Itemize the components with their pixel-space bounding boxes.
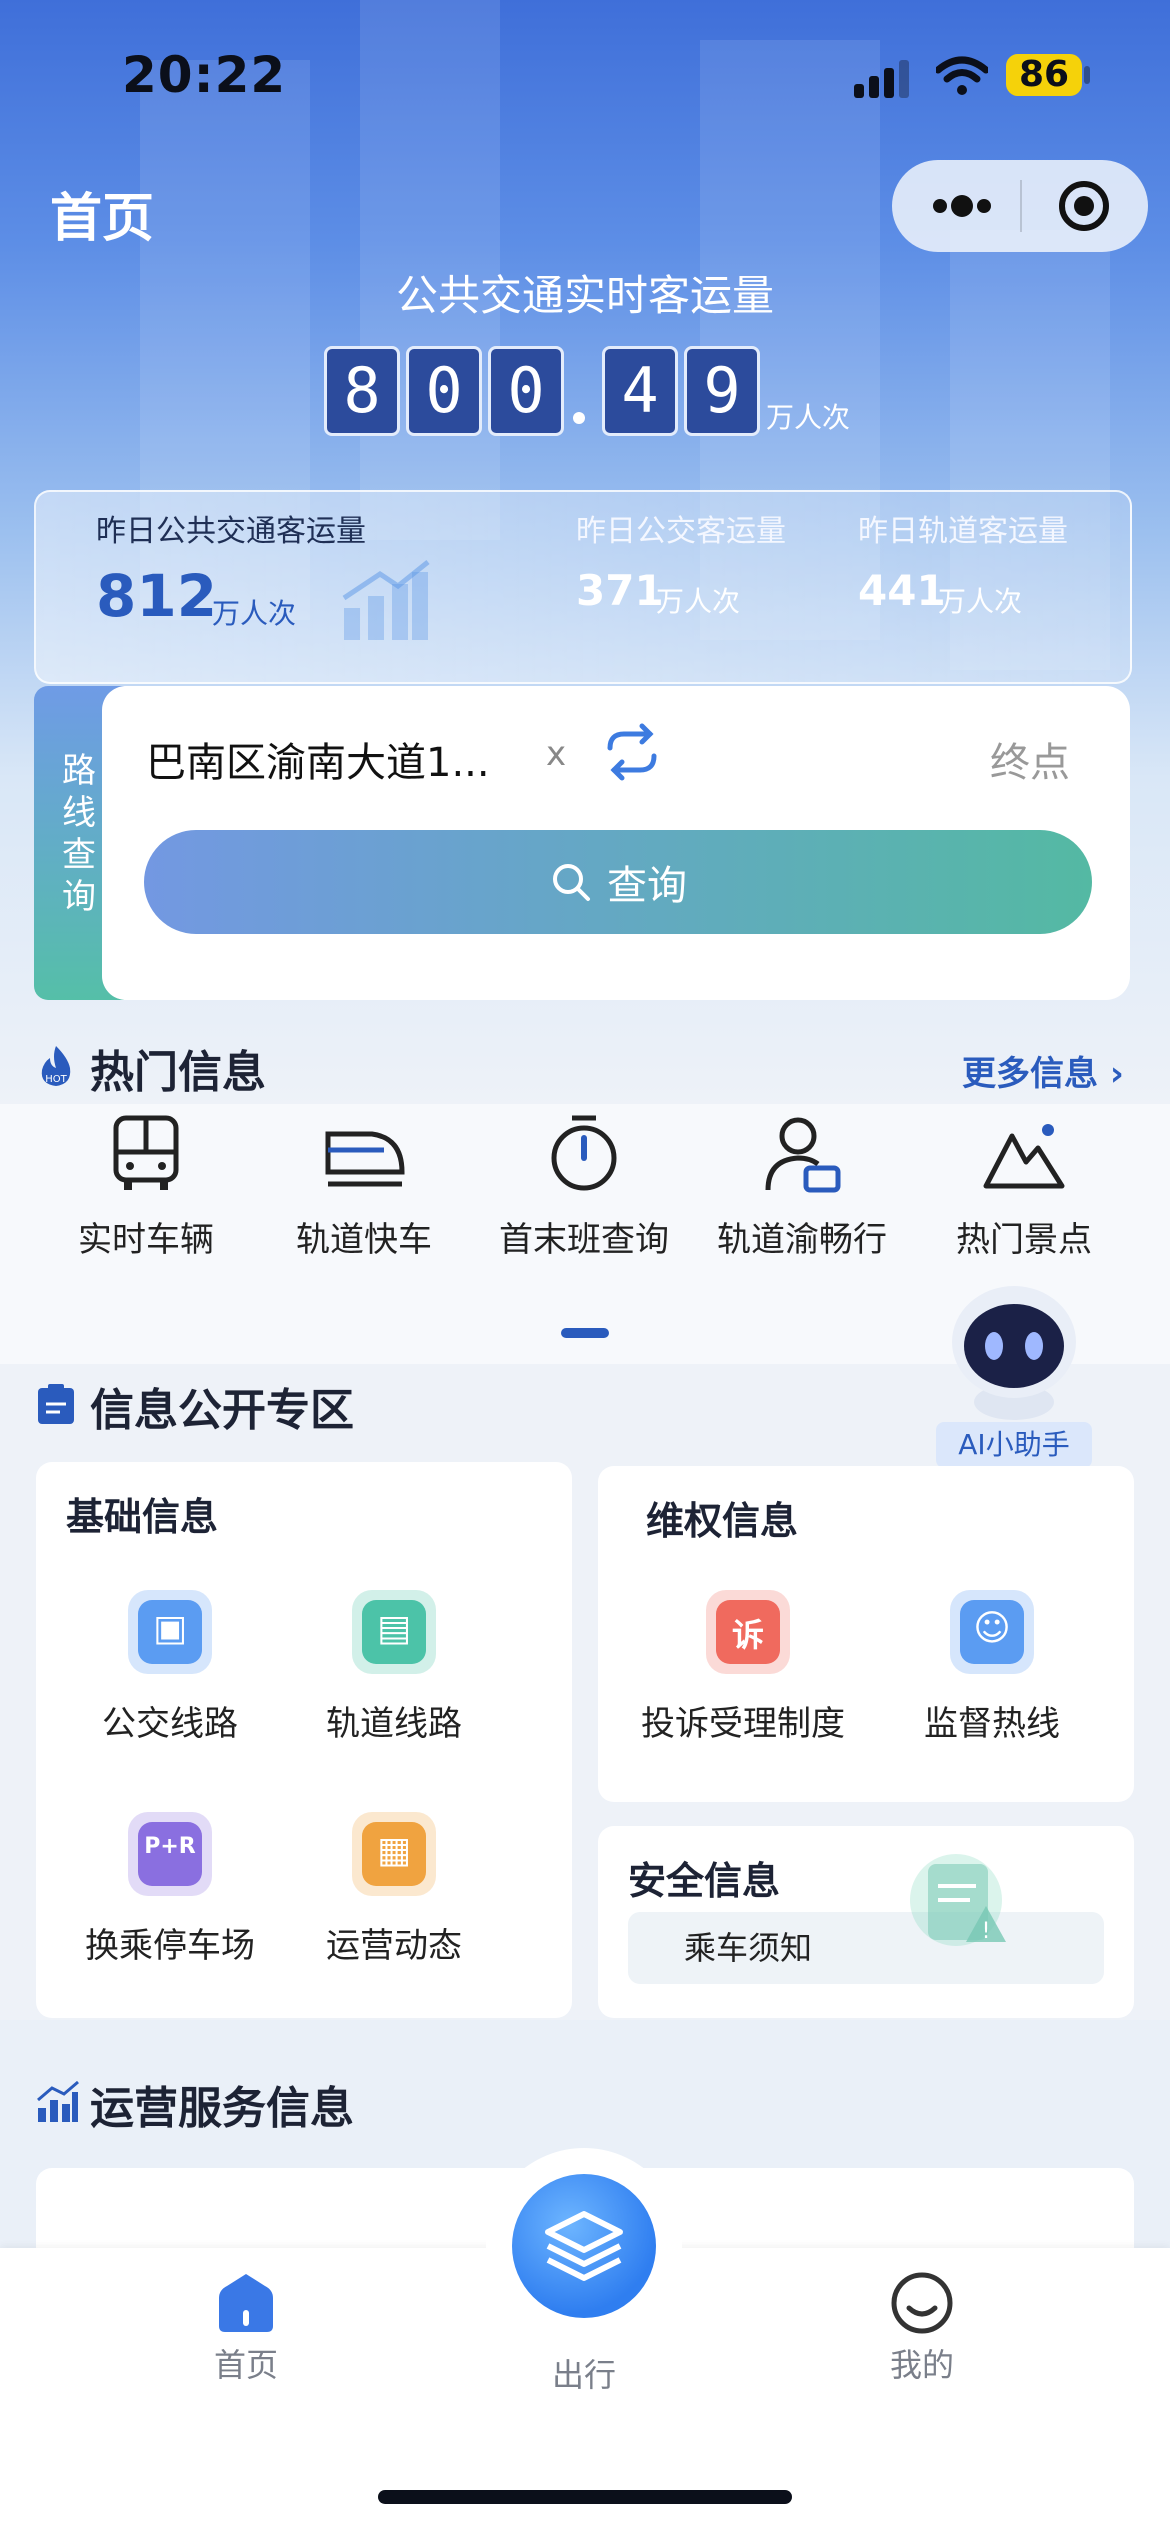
rail-line-icon: ▤ [376, 1608, 411, 1649]
news-icon: ▦ [376, 1830, 411, 1871]
counter-digit: 0 [488, 346, 564, 436]
travel-button[interactable] [512, 2174, 656, 2318]
status-time: 20:22 [122, 46, 287, 104]
destination-input[interactable]: 终点 [990, 730, 1070, 788]
search-button-label: 查询 [607, 863, 687, 909]
clipboard-icon [38, 1384, 74, 1424]
battery-indicator: 86 [1006, 54, 1082, 96]
bus-label: 昨日公交客运量 [576, 514, 786, 549]
safety-document-icon: ! [910, 1854, 1006, 1946]
bus-unit: 万人次 [656, 585, 741, 618]
origin-input[interactable]: 巴南区渝南大道1... [146, 730, 490, 788]
public-info-title: 信息公开专区 [90, 1385, 354, 1436]
quick-item-label: 轨道快车 [296, 1220, 432, 1260]
quick-item-attractions[interactable]: 热门景点 [924, 1112, 1124, 1261]
tab-home-label: 首页 [213, 2346, 278, 2384]
quick-item-label: 首末班查询 [499, 1220, 669, 1260]
home-indicator [378, 2490, 792, 2504]
quick-item-label: 实时车辆 [78, 1220, 214, 1260]
more-options-button[interactable] [910, 170, 1014, 242]
svg-text:HOT: HOT [45, 1074, 67, 1085]
quick-item-label: 轨道渝畅行 [717, 1220, 887, 1260]
tile-label: 监督热线 [924, 1704, 1060, 1744]
rail-value: 441 [858, 566, 946, 615]
tab-travel-label[interactable]: 出行 [552, 2350, 616, 2396]
tile-label: 公交线路 [102, 1704, 238, 1744]
basic-info-title: 基础信息 [66, 1495, 219, 1539]
total-unit: 万人次 [212, 597, 297, 630]
decimal-point [573, 412, 585, 424]
quick-item-rail-express[interactable]: 轨道快车 [264, 1112, 464, 1261]
more-dots-icon [933, 195, 991, 217]
tile-bus-lines[interactable]: ▣ 公交线路 [70, 1590, 270, 1745]
quick-item-rail-pass[interactable]: 轨道渝畅行 [702, 1112, 902, 1261]
battery-tip [1084, 66, 1090, 84]
layers-icon [545, 2211, 623, 2281]
quick-item-first-last[interactable]: 首末班查询 [484, 1112, 684, 1261]
clear-origin-button[interactable]: x [546, 734, 566, 774]
robot-icon [952, 1286, 1076, 1420]
quick-item-label: 热门景点 [956, 1220, 1092, 1260]
safety-info-title: 安全信息 [628, 1859, 781, 1903]
smile-icon [891, 2272, 953, 2334]
total-value: 812 [96, 562, 218, 630]
person-card-icon [765, 1117, 841, 1193]
ai-assistant[interactable]: AI小助手 [934, 1276, 1094, 1472]
hot-flame-icon: HOT [41, 1046, 71, 1086]
tile-label: 轨道线路 [326, 1704, 462, 1744]
more-info-link[interactable]: 更多信息 › [962, 1046, 1124, 1095]
train-icon [325, 1131, 405, 1187]
operation-title: 运营服务信息 [90, 2083, 354, 2134]
stopwatch-icon [551, 1115, 617, 1191]
rights-info-title: 维权信息 [646, 1499, 799, 1543]
mountain-icon [983, 1124, 1065, 1189]
growth-chart-icon [342, 560, 430, 640]
tile-rail-lines[interactable]: ▤ 轨道线路 [294, 1590, 494, 1745]
riding-notice-link[interactable]: 乘车须知 [628, 1912, 1104, 1984]
hotline-icon: ☺ [973, 1608, 1011, 1649]
bar-chart-icon [37, 2080, 79, 2122]
close-miniprogram-button[interactable] [1036, 170, 1132, 242]
page-title: 首页 [50, 189, 155, 249]
quick-item-realtime-bus[interactable]: 实时车辆 [46, 1112, 246, 1261]
svg-text:!: ! [982, 1919, 991, 1944]
tile-label: 运营动态 [326, 1926, 462, 1966]
signal-icon [854, 60, 910, 98]
chevron-right-icon: › [1109, 1054, 1124, 1094]
park-ride-icon: P+R [144, 1834, 196, 1859]
rail-unit: 万人次 [938, 585, 1023, 618]
hot-info-title: 热门信息 [90, 1047, 266, 1098]
bus-value: 371 [576, 566, 664, 615]
bus-icon [113, 1115, 179, 1190]
ai-assistant-label: AI小助手 [936, 1422, 1092, 1468]
complaint-icon: 诉 [731, 1616, 764, 1654]
tile-complaint[interactable]: 诉 投诉受理制度 [641, 1590, 848, 1745]
tab-home[interactable]: 首页 [196, 2270, 296, 2400]
tab-mine[interactable]: 我的 [872, 2270, 972, 2400]
search-icon [553, 864, 590, 901]
counter-unit: 万人次 [766, 401, 851, 434]
capsule-divider [1020, 180, 1022, 232]
tile-label: 投诉受理制度 [641, 1704, 845, 1744]
counter-digit: 4 [602, 346, 678, 436]
swap-icon[interactable] [604, 722, 660, 782]
page-indicator [561, 1328, 609, 1338]
bus-line-icon: ▣ [152, 1608, 187, 1649]
more-info-label: 更多信息 [962, 1054, 1098, 1094]
home-icon [219, 2274, 273, 2332]
wifi-icon [936, 56, 988, 95]
counter-digit: 9 [684, 346, 760, 436]
target-icon [1059, 181, 1109, 231]
tab-mine-label: 我的 [889, 2346, 954, 2384]
rail-label: 昨日轨道客运量 [858, 514, 1068, 549]
tile-park-ride[interactable]: P+R 换乘停车场 [70, 1812, 270, 1967]
counter-digit: 8 [324, 346, 400, 436]
search-button[interactable]: 查询 [144, 830, 1092, 934]
counter-digit: 0 [406, 346, 482, 436]
tile-label: 换乘停车场 [85, 1926, 255, 1966]
realtime-label: 公共交通实时客运量 [395, 271, 774, 320]
tile-operation-news[interactable]: ▦ 运营动态 [294, 1812, 494, 1967]
tile-hotline[interactable]: ☺ 监督热线 [892, 1590, 1092, 1745]
total-label: 昨日公共交通客运量 [96, 514, 366, 549]
